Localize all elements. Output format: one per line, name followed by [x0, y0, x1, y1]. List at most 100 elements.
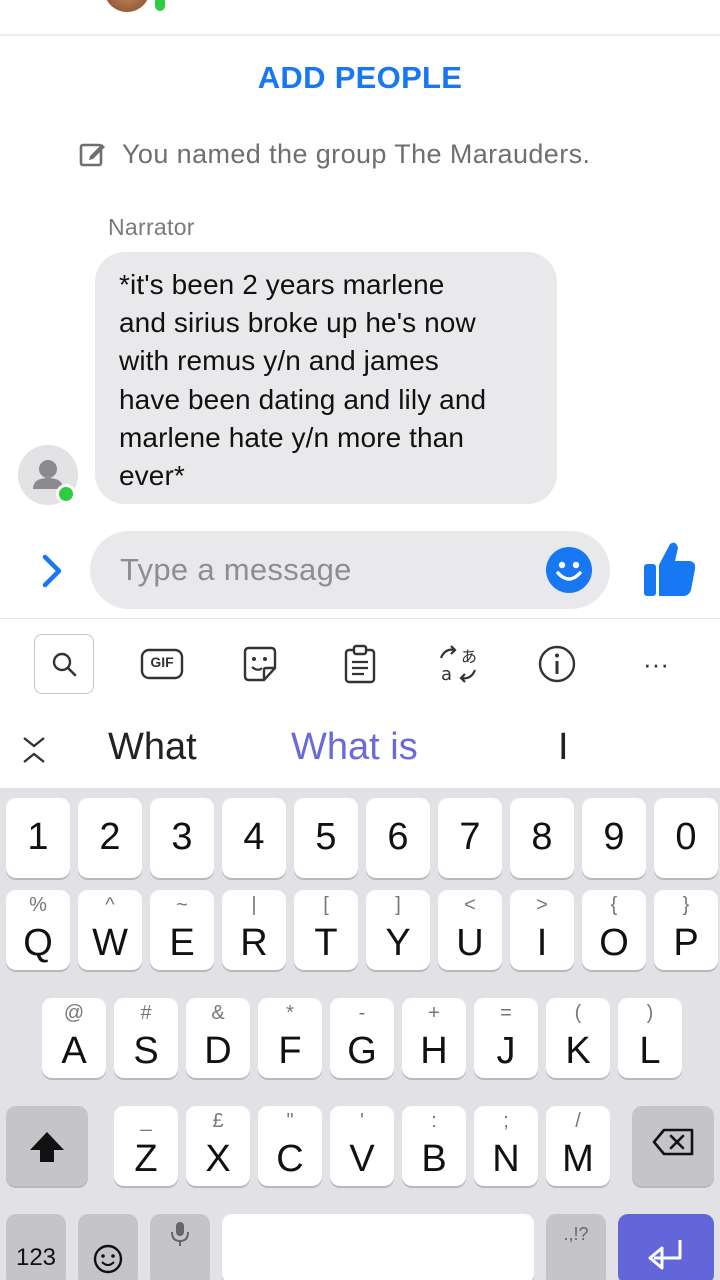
- key-alt-label: ]: [395, 894, 401, 916]
- emoji-key[interactable]: [78, 1214, 138, 1280]
- key-7[interactable]: 7: [438, 798, 502, 878]
- key-1[interactable]: 1: [6, 798, 70, 878]
- voice-input-key[interactable]: [150, 1214, 210, 1280]
- suggestion-3[interactable]: I: [558, 726, 569, 769]
- key-alt-label: ^: [105, 894, 115, 916]
- system-message-text: You named the group The Marauders.: [122, 138, 591, 169]
- key-u[interactable]: < U: [438, 890, 502, 970]
- key-m[interactable]: / M: [546, 1106, 610, 1186]
- key-x[interactable]: £ X: [186, 1106, 250, 1186]
- key-f[interactable]: * F: [258, 998, 322, 1078]
- key-9[interactable]: 9: [582, 798, 646, 878]
- enter-key[interactable]: [618, 1214, 714, 1280]
- key-label: J: [496, 1030, 516, 1072]
- message-input[interactable]: [120, 531, 520, 609]
- key-c[interactable]: " C: [258, 1106, 322, 1186]
- gif-label: GIF: [150, 654, 174, 670]
- gif-button[interactable]: GIF: [132, 634, 192, 694]
- key-alt-label: ): [646, 1002, 654, 1024]
- key-o[interactable]: {O: [582, 890, 646, 970]
- key-alt-label: ': [360, 1110, 364, 1132]
- key-alt-label: *: [286, 1002, 294, 1024]
- key-r[interactable]: | R: [222, 890, 286, 970]
- clipboard-button[interactable]: [330, 634, 390, 694]
- key-s[interactable]: # S: [114, 998, 178, 1078]
- add-people-button[interactable]: ADD PEOPLE: [0, 60, 720, 96]
- sticker-button[interactable]: [230, 634, 290, 694]
- key-8[interactable]: 8: [510, 798, 574, 878]
- key-alt-label: _: [140, 1110, 152, 1132]
- key-alt-label: &: [211, 1002, 225, 1024]
- space-key[interactable]: [222, 1214, 534, 1280]
- collapse-toolbar-button[interactable]: [18, 730, 50, 770]
- key-alt-label: (: [574, 1002, 582, 1024]
- message-line: have been dating and lily and: [119, 383, 487, 415]
- like-button[interactable]: [640, 538, 698, 600]
- key-label: U: [456, 922, 484, 964]
- key-alt-label: @: [63, 1002, 85, 1024]
- key-4[interactable]: 4: [222, 798, 286, 878]
- suggestion-2[interactable]: What is: [291, 726, 418, 769]
- suggestion-bar: What What is I: [0, 712, 720, 788]
- message-line: marlene hate y/n more than: [119, 421, 465, 453]
- key-d[interactable]: & D: [186, 998, 250, 1078]
- key-b[interactable]: :B: [402, 1106, 466, 1186]
- key-label: 8: [531, 816, 553, 858]
- key-label: L: [639, 1030, 661, 1072]
- info-button[interactable]: [527, 634, 587, 694]
- key-0[interactable]: 0: [654, 798, 718, 878]
- key-alt-label: [: [323, 894, 329, 916]
- key-label: R: [240, 922, 268, 964]
- key-5[interactable]: 5: [294, 798, 358, 878]
- svg-text:a: a: [441, 664, 452, 684]
- key-label: B: [421, 1138, 447, 1180]
- numbers-key[interactable]: 123: [6, 1214, 66, 1280]
- key-alt-label: }: [682, 894, 690, 916]
- key-j[interactable]: = J: [474, 998, 538, 1078]
- key-a[interactable]: @ A: [42, 998, 106, 1078]
- key-label: C: [276, 1138, 304, 1180]
- key-label: 1: [27, 816, 49, 858]
- suggestion-1[interactable]: What: [108, 726, 197, 769]
- key-label: 9: [603, 816, 625, 858]
- expand-actions-button[interactable]: [30, 548, 74, 594]
- key-l[interactable]: ) L: [618, 998, 682, 1078]
- key-q[interactable]: % Q: [6, 890, 70, 970]
- key-label: F: [278, 1030, 302, 1072]
- key-g[interactable]: -G: [330, 998, 394, 1078]
- key-i[interactable]: > I: [510, 890, 574, 970]
- backspace-icon: [652, 1128, 694, 1156]
- key-alt-label: ;: [503, 1110, 509, 1132]
- key-label: 5: [315, 816, 337, 858]
- key-p[interactable]: } P: [654, 890, 718, 970]
- key-h[interactable]: + H: [402, 998, 466, 1078]
- smiley-icon: [556, 561, 582, 581]
- key-2[interactable]: 2: [78, 798, 142, 878]
- key-t[interactable]: [T: [294, 890, 358, 970]
- key-label: S: [133, 1030, 159, 1072]
- key-3[interactable]: 3: [150, 798, 214, 878]
- key-v[interactable]: ' V: [330, 1106, 394, 1186]
- more-options-button[interactable]: ···: [626, 634, 686, 694]
- punctuation-key[interactable]: .,!?: [546, 1214, 606, 1280]
- key-label: A: [61, 1030, 87, 1072]
- translate-icon: あ a: [439, 645, 477, 684]
- key-y[interactable]: ] Y: [366, 890, 430, 970]
- online-indicator: [152, 0, 168, 14]
- keyboard-search-button[interactable]: [34, 634, 94, 694]
- key-k[interactable]: (K: [546, 998, 610, 1078]
- key-label: G: [347, 1030, 377, 1072]
- key-6[interactable]: 6: [366, 798, 430, 878]
- key-n[interactable]: ; N: [474, 1106, 538, 1186]
- backspace-key[interactable]: [632, 1106, 714, 1186]
- shift-key[interactable]: [6, 1106, 88, 1186]
- translate-button[interactable]: あ a: [428, 634, 488, 694]
- chat-header: [0, 0, 720, 36]
- message-bubble[interactable]: *it's been 2 years marlene and sirius br…: [95, 252, 557, 504]
- emoji-button[interactable]: [546, 547, 592, 593]
- key-w[interactable]: ^ W: [78, 890, 142, 970]
- key-label: M: [562, 1138, 594, 1180]
- key-z[interactable]: _ Z: [114, 1106, 178, 1186]
- group-avatar[interactable]: [104, 0, 150, 12]
- key-e[interactable]: ~ E: [150, 890, 214, 970]
